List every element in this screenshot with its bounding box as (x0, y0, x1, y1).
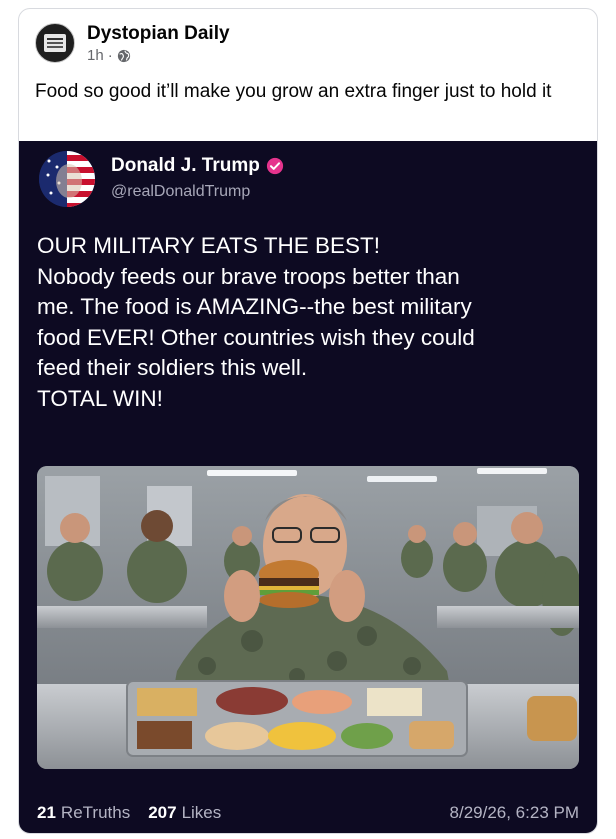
truth-timestamp[interactable]: 8/29/26, 6:23 PM (450, 803, 579, 823)
truth-line: me. The food is AMAZING--the best milita… (37, 294, 472, 319)
truth-line: TOTAL WIN! (37, 385, 163, 411)
truth-line: feed their soldiers this well. (37, 355, 308, 380)
profile-avatar (39, 151, 95, 207)
display-name[interactable]: Donald J. Trump (111, 155, 260, 177)
truth-text: OUR MILITARY EATS THE BEST! Nobody feeds… (37, 231, 577, 414)
page-name[interactable]: Dystopian Daily (87, 23, 230, 45)
retruths-count: 21 (37, 803, 56, 822)
truth-stats: 21 ReTruths 207 Likes 8/29/26, 6:23 PM (37, 801, 579, 825)
facebook-post-card: Dystopian Daily 1h · Food so good it’ll … (18, 8, 598, 834)
post-header: Dystopian Daily 1h · (33, 21, 583, 71)
likes-count: 207 (148, 803, 177, 822)
verified-badge-icon (266, 157, 284, 175)
post-time[interactable]: 1h (87, 47, 104, 64)
meta-separator: · (107, 47, 113, 64)
display-name-row: Donald J. Trump (111, 155, 284, 177)
military-mess-hall-photo[interactable] (37, 466, 579, 769)
newspaper-icon (44, 34, 66, 52)
post-caption: Food so good it’ll make you grow an extr… (35, 81, 552, 102)
truth-line: food EVER! Other countries wish they cou… (37, 324, 475, 350)
truth-line: OUR MILITARY EATS THE BEST! (37, 233, 380, 258)
globe-icon[interactable] (117, 49, 131, 63)
retruths-stat[interactable]: 21 ReTruths (37, 803, 130, 823)
page-avatar[interactable] (35, 23, 75, 63)
truth-line: Nobody feeds our brave troops better tha… (37, 263, 460, 289)
user-handle[interactable]: @realDonaldTrump (111, 183, 250, 201)
retruths-label: ReTruths (60, 803, 131, 822)
likes-label: Likes (181, 803, 222, 822)
likes-stat[interactable]: 207 Likes (148, 803, 221, 823)
post-meta: 1h · (87, 47, 131, 64)
truth-social-screenshot[interactable]: Donald J. Trump @realDonaldTrump OUR MIL… (19, 141, 597, 833)
